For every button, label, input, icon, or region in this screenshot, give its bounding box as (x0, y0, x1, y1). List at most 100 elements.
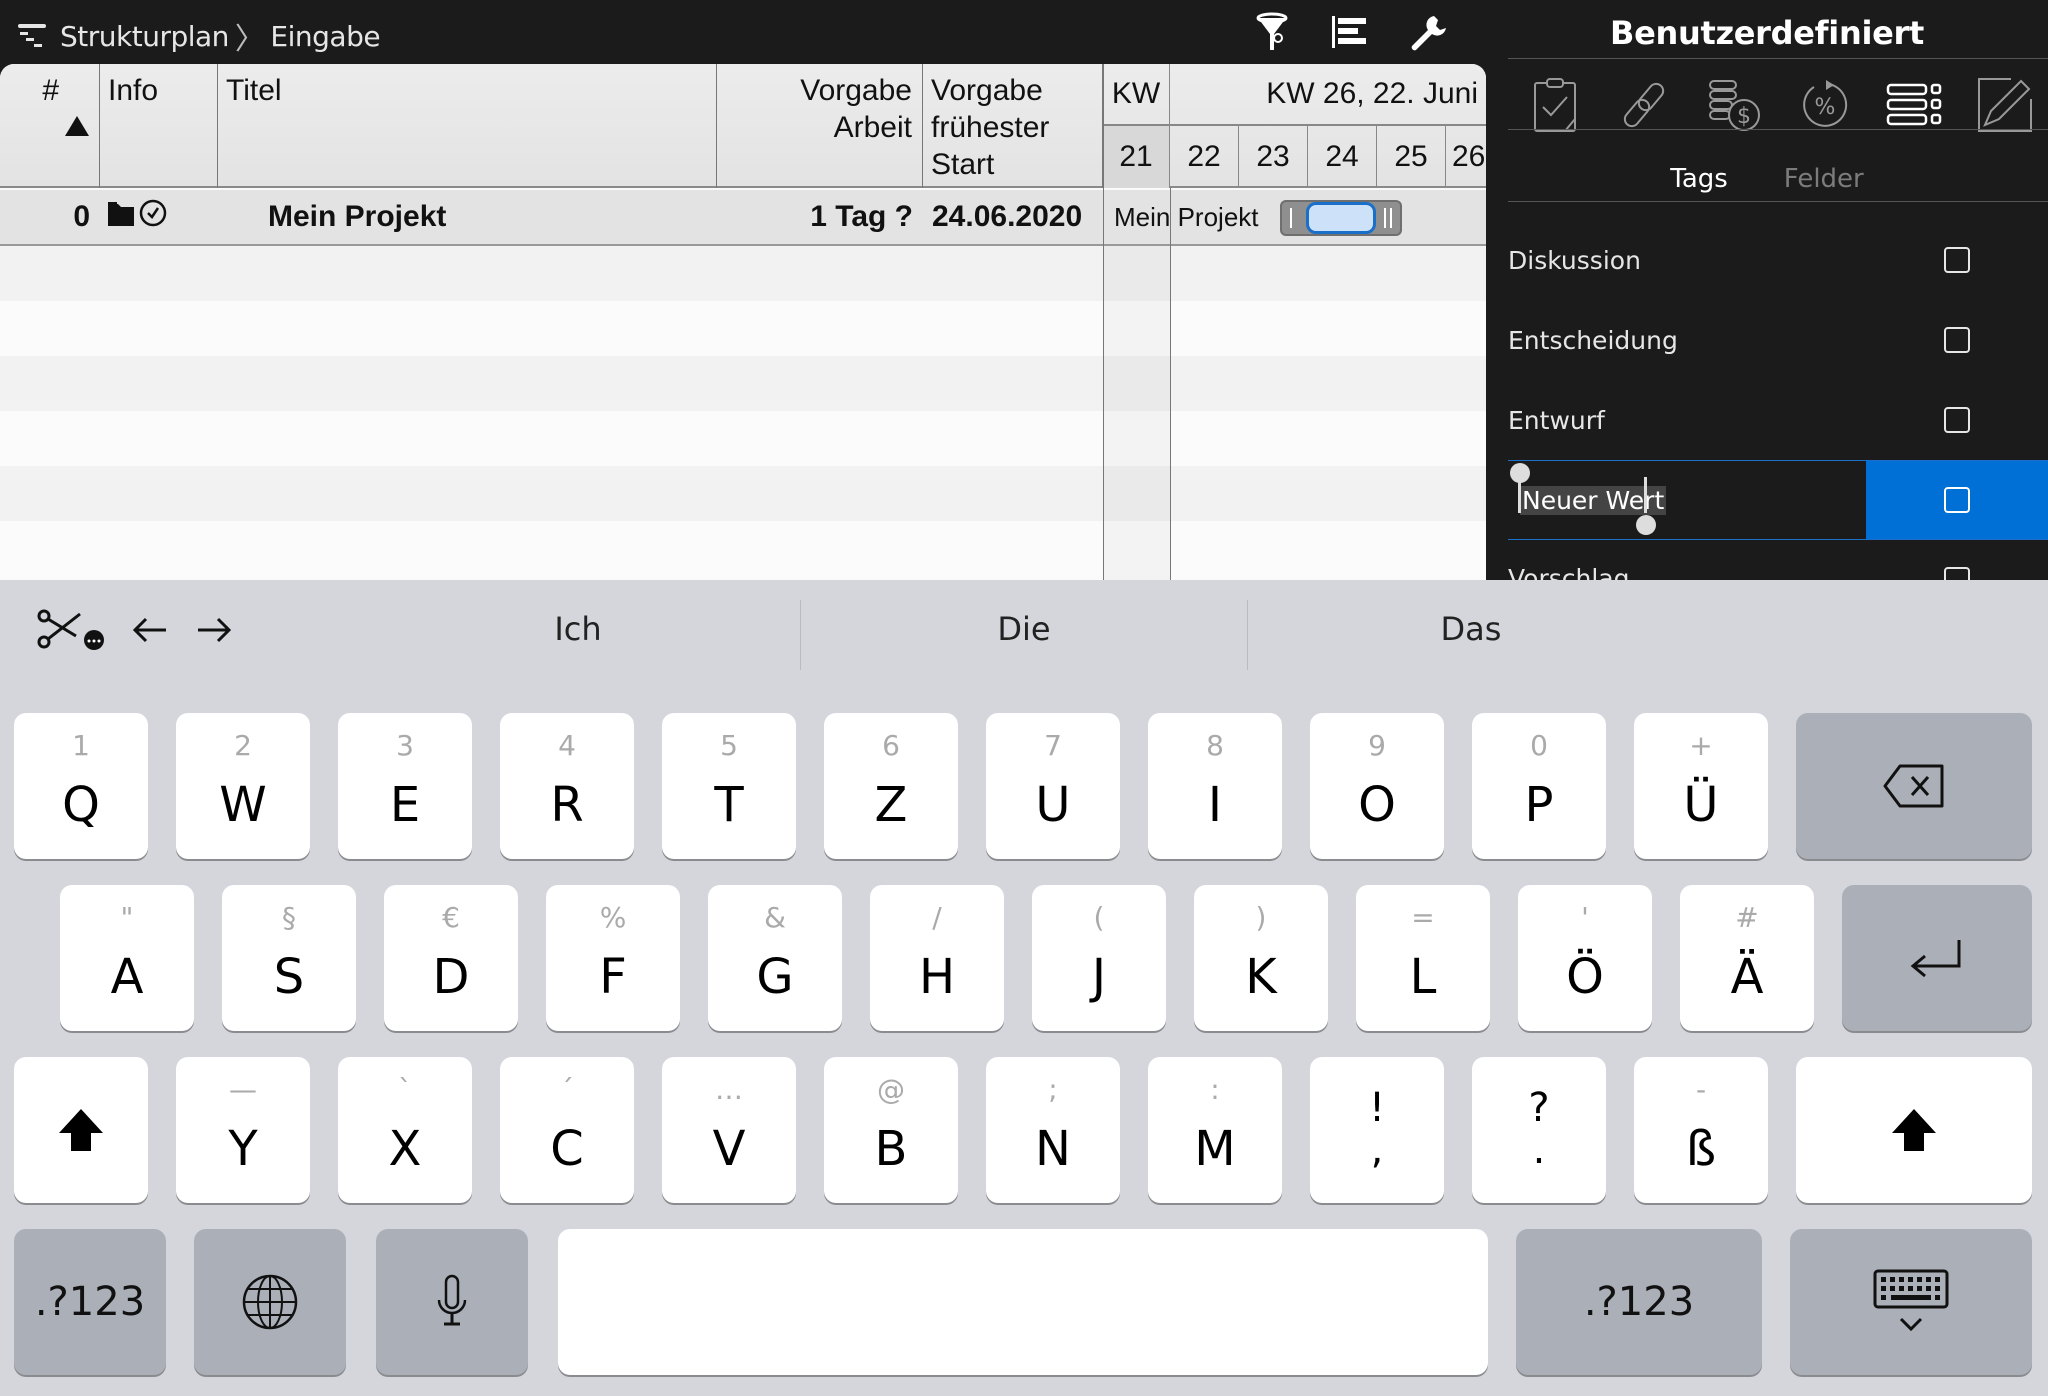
breadcrumb-item-eingabe[interactable]: Eingabe (270, 20, 380, 53)
bar-handle-right[interactable] (1384, 208, 1386, 228)
key-hint: 0 (1530, 729, 1548, 762)
numbers-key-right[interactable]: .?123 (1516, 1229, 1762, 1375)
key-s[interactable]: § S (222, 885, 356, 1031)
key-w[interactable]: 2W (176, 713, 310, 859)
selection-end-handle[interactable] (1636, 515, 1656, 535)
prediction-1[interactable]: Ich (358, 610, 798, 648)
key-a[interactable]: " A (60, 885, 194, 1031)
space-key[interactable] (558, 1229, 1488, 1375)
prediction-separator (800, 600, 801, 670)
tag-checkbox[interactable] (1944, 327, 1970, 353)
key-eszett[interactable]: - ß (1634, 1057, 1768, 1203)
prediction-3[interactable]: Das (1251, 610, 1691, 648)
key-n[interactable]: ; N (986, 1057, 1120, 1203)
tag-row-diskussion[interactable]: Diskussion (1508, 220, 2048, 300)
shift-key-left[interactable] (14, 1057, 148, 1203)
key-label: T (714, 777, 744, 833)
row-start[interactable]: 24.06.2020 (932, 190, 1082, 244)
key-hint: ´ (560, 1073, 574, 1106)
column-header-info[interactable]: Info (100, 64, 218, 188)
key-j[interactable]: (J (1032, 885, 1166, 1031)
tag-label: Entwurf (1508, 405, 1605, 435)
undo-arrow-icon[interactable] (130, 615, 170, 650)
row-work[interactable]: 1 Tag ? (717, 190, 913, 244)
key-ö[interactable]: ' Ö (1518, 885, 1652, 1031)
globe-key[interactable] (194, 1229, 346, 1375)
tag-checkbox[interactable] (1944, 247, 1970, 273)
key-y[interactable]: — Y (176, 1057, 310, 1203)
key-h[interactable]: / H (870, 885, 1004, 1031)
key-e[interactable]: 3E (338, 713, 472, 859)
numbers-key-left[interactable]: .?123 (14, 1229, 166, 1375)
filter-icon[interactable] (1250, 10, 1294, 54)
key-exclamation-comma[interactable]: ! , (1310, 1057, 1444, 1203)
key-m[interactable]: :M (1148, 1057, 1282, 1203)
row-title[interactable]: Mein Projekt (268, 190, 446, 244)
key-label: Ä (1730, 949, 1764, 1005)
key-ü[interactable]: + Ü (1634, 713, 1768, 859)
key-u[interactable]: 7U (986, 713, 1120, 859)
tag-row-entscheidung[interactable]: Entscheidung (1508, 300, 2048, 380)
key-r[interactable]: 4R (500, 713, 634, 859)
selection-start-handle[interactable] (1510, 463, 1530, 483)
table-row[interactable]: 0 Mein Projekt 1 Tag ? 24.06.2020 Mein P… (0, 190, 1486, 246)
divider (1508, 129, 2048, 130)
key-q[interactable]: 1Q (14, 713, 148, 859)
key-hint: : (1210, 1073, 1220, 1106)
tag-checkbox[interactable] (1944, 567, 1970, 580)
tag-row-neuer-wert[interactable]: Neuer Wert (1508, 460, 2048, 540)
key-d[interactable]: € D (384, 885, 518, 1031)
key-t[interactable]: 5T (662, 713, 796, 859)
backspace-key[interactable] (1796, 713, 2032, 859)
key-v[interactable]: … V (662, 1057, 796, 1203)
segment-tags[interactable]: Tags (1670, 164, 1728, 194)
empty-row (0, 356, 1486, 411)
space-key-label (558, 1229, 1488, 1375)
shift-icon (14, 1057, 148, 1203)
key-question-period[interactable]: ? . (1472, 1057, 1606, 1203)
prediction-2[interactable]: Die (804, 610, 1244, 648)
key-l[interactable]: = L (1356, 885, 1490, 1031)
microphone-key[interactable] (376, 1229, 528, 1375)
tag-checkbox[interactable] (1944, 407, 1970, 433)
column-header-number[interactable]: # (0, 64, 100, 188)
key-label: Ü (1683, 777, 1719, 833)
key-hint: § (282, 901, 296, 934)
key-label: N (1035, 1121, 1071, 1177)
column-header-info-label: Info (108, 74, 159, 107)
gantt-summary-bar[interactable] (1280, 200, 1402, 236)
key-label: Y (228, 1121, 258, 1177)
wrench-icon[interactable] (1406, 10, 1450, 54)
key-o[interactable]: 9O (1310, 713, 1444, 859)
redo-arrow-icon[interactable] (194, 615, 234, 650)
return-key[interactable] (1842, 885, 2032, 1031)
bar-handle-left[interactable] (1290, 208, 1292, 228)
key-label: S (273, 949, 305, 1005)
tag-row-vorschlag[interactable]: Vorschlag (1508, 540, 2048, 580)
column-header-work[interactable]: Vorgabe Arbeit (717, 64, 923, 188)
key-c[interactable]: ´ C (500, 1057, 634, 1203)
wbs-structure-icon[interactable] (16, 22, 50, 50)
key-k[interactable]: ) K (1194, 885, 1328, 1031)
key-x[interactable]: ` X (338, 1057, 472, 1203)
scissors-icon[interactable] (36, 608, 106, 657)
gantt-day-26: 26 (1446, 126, 1486, 188)
tag-checkbox[interactable] (1944, 487, 1970, 513)
breadcrumb-item-strukturplan[interactable]: Strukturplan (60, 20, 229, 53)
tag-row-entwurf[interactable]: Entwurf (1508, 380, 2048, 460)
hide-keyboard-key[interactable] (1790, 1229, 2032, 1375)
key-z[interactable]: 6Z (824, 713, 958, 859)
key-ä[interactable]: # Ä (1680, 885, 1814, 1031)
key-g[interactable]: & G (708, 885, 842, 1031)
segmented-control: Tags Felder (1486, 164, 2048, 194)
key-b[interactable]: @ B (824, 1057, 958, 1203)
key-label: J (1091, 949, 1107, 1005)
key-f[interactable]: % F (546, 885, 680, 1031)
segment-felder[interactable]: Felder (1784, 164, 1864, 194)
shift-key-right[interactable] (1796, 1057, 2032, 1203)
column-header-title[interactable]: Titel (218, 64, 717, 188)
gantt-align-icon[interactable] (1328, 10, 1372, 54)
key-p[interactable]: 0P (1472, 713, 1606, 859)
key-i[interactable]: 8I (1148, 713, 1282, 859)
column-header-earliest-start[interactable]: Vorgabe frühester Start (923, 64, 1103, 188)
